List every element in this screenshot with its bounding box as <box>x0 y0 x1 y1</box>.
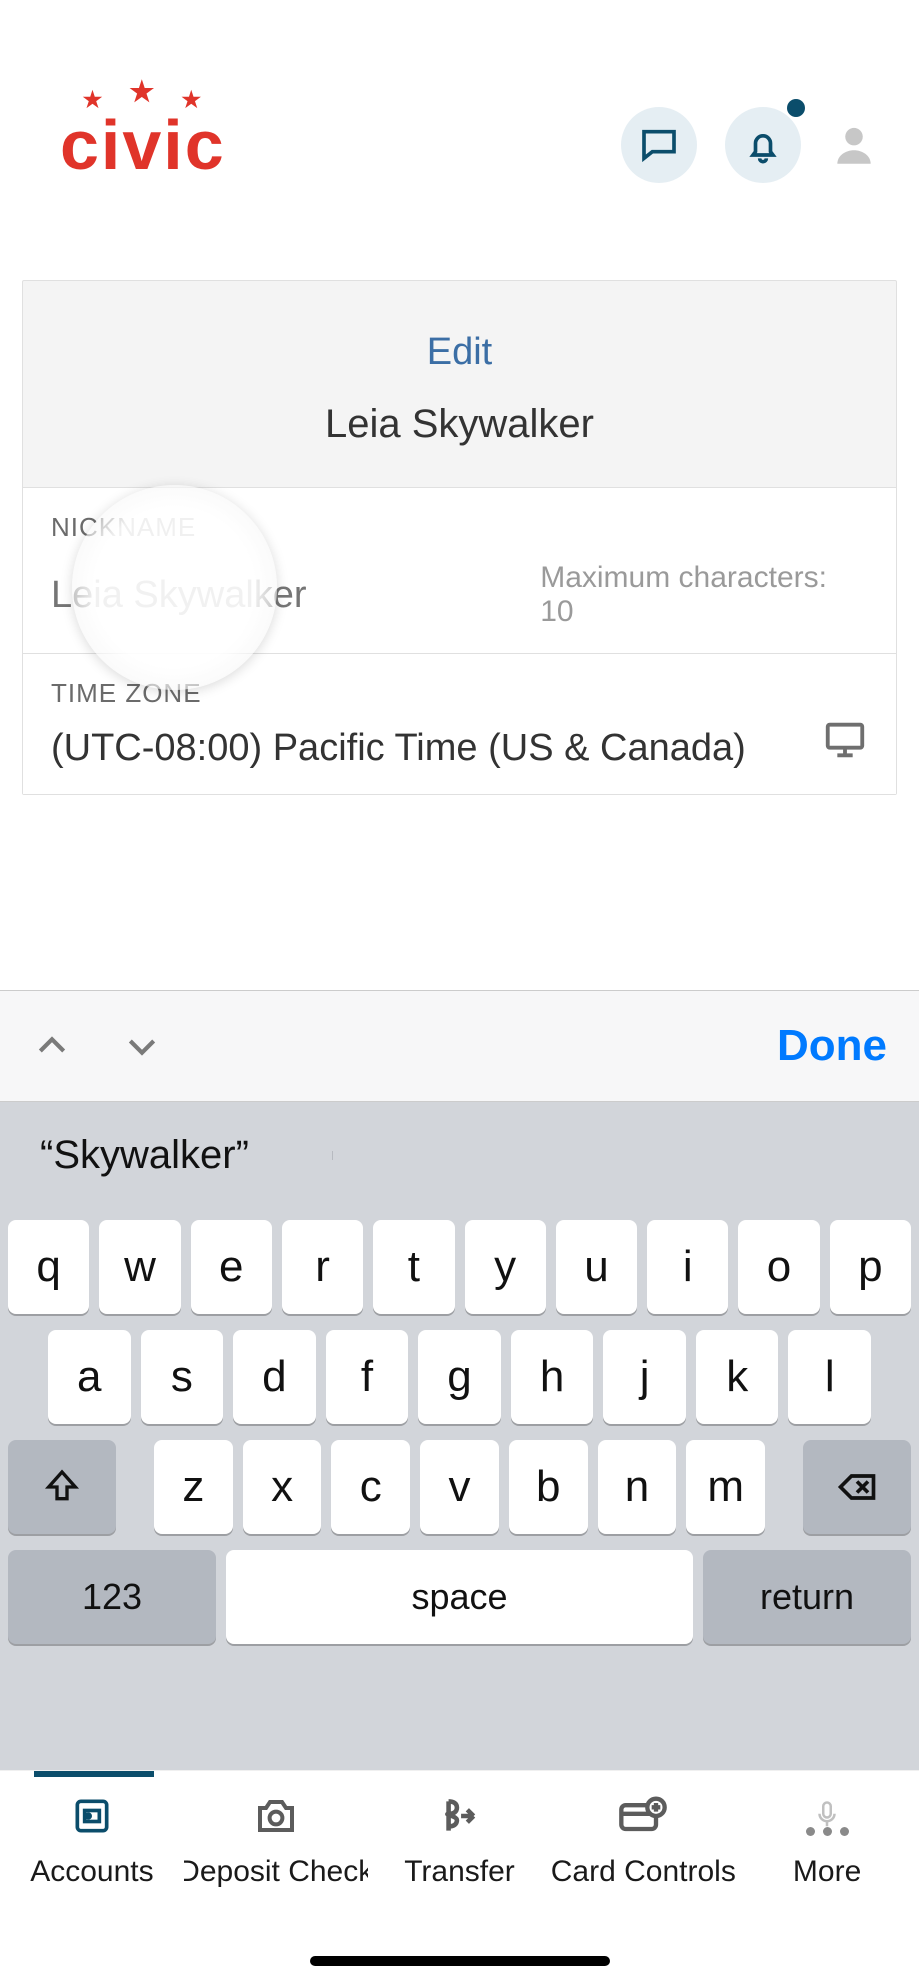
tab-label: Card Controls <box>551 1855 735 1889</box>
key-row-4: 123 space return <box>8 1550 911 1644</box>
key-u[interactable]: u <box>556 1220 637 1314</box>
key-s[interactable]: s <box>141 1330 224 1424</box>
more-dots-icon <box>806 1827 849 1836</box>
key-q[interactable]: q <box>8 1220 89 1314</box>
nickname-input[interactable] <box>51 574 540 617</box>
shift-icon <box>42 1467 82 1507</box>
chevron-down-icon <box>122 1026 162 1066</box>
notification-dot-icon <box>787 99 805 117</box>
star-icon: ★ <box>181 87 203 120</box>
star-icon: ★ <box>129 75 156 108</box>
tab-label: Transfer <box>404 1855 515 1889</box>
timezone-label: TIME ZONE <box>51 678 868 709</box>
transfer-icon <box>434 1791 484 1841</box>
chevron-up-icon <box>32 1026 72 1066</box>
star-icon: ★ <box>83 87 105 120</box>
key-t[interactable]: t <box>373 1220 454 1314</box>
key-f[interactable]: f <box>326 1330 409 1424</box>
key-n[interactable]: n <box>598 1440 677 1534</box>
monitor-icon <box>822 717 868 763</box>
edit-header: Edit Leia Skywalker <box>23 281 896 487</box>
home-indicator[interactable] <box>310 1956 610 1966</box>
card-controls-icon <box>617 1790 669 1842</box>
key-p[interactable]: p <box>830 1220 911 1314</box>
key-row-1: q w e r t y u i o p <box>8 1220 911 1314</box>
nickname-hint: Maximum characters: 10 <box>540 561 868 629</box>
key-h[interactable]: h <box>511 1330 594 1424</box>
key-y[interactable]: y <box>465 1220 546 1314</box>
nickname-row[interactable]: NICKNAME Maximum characters: 10 <box>23 487 896 653</box>
key-v[interactable]: v <box>420 1440 499 1534</box>
edit-link[interactable]: Edit <box>43 331 876 374</box>
chat-icon <box>639 125 679 165</box>
key-space[interactable]: space <box>226 1550 693 1644</box>
key-d[interactable]: d <box>233 1330 316 1424</box>
key-return[interactable]: return <box>703 1550 911 1644</box>
person-icon <box>829 120 879 170</box>
bottom-tab-bar: Accounts Deposit Check Transfer Card Con… <box>0 1770 919 1980</box>
key-i[interactable]: i <box>647 1220 728 1314</box>
key-m[interactable]: m <box>686 1440 765 1534</box>
key-w[interactable]: w <box>99 1220 180 1314</box>
tab-deposit-check[interactable]: Deposit Check <box>184 1789 368 1980</box>
tab-more[interactable]: More <box>735 1789 919 1980</box>
key-row-3: z x c v b n m <box>8 1440 911 1534</box>
tab-card-controls[interactable]: Card Controls <box>551 1789 735 1980</box>
key-123[interactable]: 123 <box>8 1550 216 1644</box>
tab-label: More <box>793 1855 861 1889</box>
timezone-row[interactable]: TIME ZONE (UTC-08:00) Pacific Time (US &… <box>23 653 896 794</box>
done-button[interactable]: Done <box>777 1021 887 1071</box>
tab-label: Deposit Check <box>184 1855 368 1889</box>
app-header: ★ ★ ★ civic <box>0 0 919 280</box>
accounts-icon <box>70 1794 114 1838</box>
profile-name: Leia Skywalker <box>43 402 876 447</box>
key-c[interactable]: c <box>331 1440 410 1534</box>
backspace-icon <box>835 1465 879 1509</box>
notifications-button[interactable] <box>725 107 801 183</box>
tab-label: Accounts <box>30 1855 153 1889</box>
tab-accounts[interactable]: Accounts <box>0 1789 184 1980</box>
brand-logo: ★ ★ ★ civic <box>60 105 226 185</box>
input-accessory-bar: Done <box>0 990 919 1102</box>
nickname-label: NICKNAME <box>51 512 868 543</box>
onscreen-keyboard: q w e r t y u i o p a s d f g h j k l z … <box>0 1208 919 1770</box>
key-o[interactable]: o <box>738 1220 819 1314</box>
key-shift[interactable] <box>8 1440 116 1534</box>
key-r[interactable]: r <box>282 1220 363 1314</box>
prev-field-button[interactable] <box>32 1026 72 1066</box>
camera-icon <box>252 1792 300 1840</box>
next-field-button[interactable] <box>122 1026 162 1066</box>
suggestion-1[interactable]: “Skywalker” <box>0 1133 333 1178</box>
key-j[interactable]: j <box>603 1330 686 1424</box>
key-row-2: a s d f g h j k l <box>8 1330 911 1424</box>
tab-transfer[interactable]: Transfer <box>368 1789 552 1980</box>
key-k[interactable]: k <box>696 1330 779 1424</box>
timezone-value: (UTC-08:00) Pacific Time (US & Canada) <box>51 727 746 770</box>
logo-stars: ★ ★ ★ <box>60 75 226 108</box>
messages-button[interactable] <box>621 107 697 183</box>
key-z[interactable]: z <box>154 1440 233 1534</box>
key-l[interactable]: l <box>788 1330 871 1424</box>
key-x[interactable]: x <box>243 1440 322 1534</box>
profile-button[interactable] <box>829 120 879 170</box>
key-e[interactable]: e <box>191 1220 272 1314</box>
key-a[interactable]: a <box>48 1330 131 1424</box>
key-b[interactable]: b <box>509 1440 588 1534</box>
keyboard-suggestions: “Skywalker” <box>0 1102 919 1208</box>
key-backspace[interactable] <box>803 1440 911 1534</box>
key-g[interactable]: g <box>418 1330 501 1424</box>
header-actions <box>621 107 879 183</box>
bell-icon <box>743 125 783 165</box>
profile-panel: Edit Leia Skywalker NICKNAME Maximum cha… <box>22 280 897 795</box>
